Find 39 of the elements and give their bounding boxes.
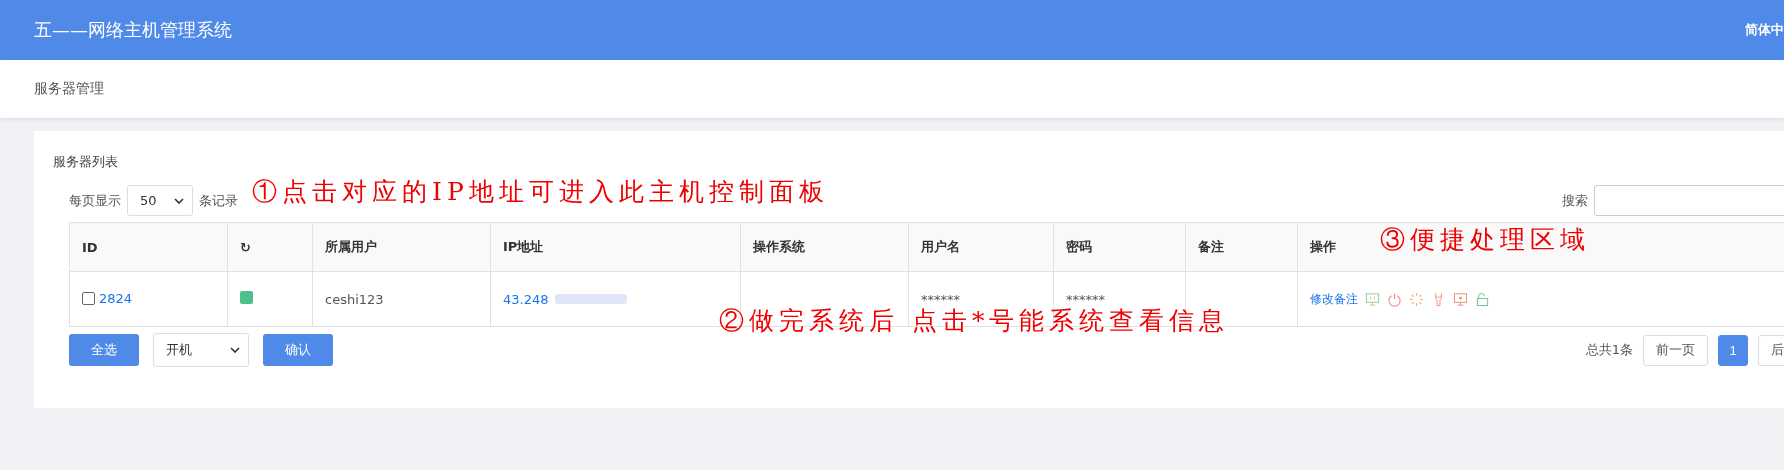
select-all-button[interactable]: 全选 — [69, 334, 139, 366]
caret-icon — [230, 347, 240, 353]
next-page-button[interactable]: 后 — [1758, 334, 1784, 366]
column-header: 操作系统 — [740, 222, 909, 272]
total-count: 总共1条 — [1585, 341, 1633, 359]
annotation-text: ②做完系统后 点击*号能系统查看信息 — [719, 305, 1230, 337]
search-label: 搜索 — [1562, 191, 1588, 210]
column-header: 用户名 — [908, 222, 1054, 272]
id-link[interactable]: 2824 — [99, 290, 133, 306]
page-button[interactable]: 1 — [1718, 334, 1748, 366]
page-size-suffix: 条记录 — [199, 191, 238, 210]
annotation-text: ①点击对应的IP地址可进入此主机控制面板 — [252, 176, 829, 208]
column-header: IP地址 — [490, 222, 741, 272]
spinner-icon[interactable] — [1409, 291, 1424, 307]
column-header: ID — [69, 222, 228, 272]
confirm-button[interactable]: 确认 — [263, 334, 333, 366]
column-header: 所属用户 — [312, 222, 491, 272]
column-header: ↻ — [227, 222, 313, 272]
annotation-text: ③便捷处理区域 — [1380, 224, 1590, 256]
power-icon[interactable] — [1387, 291, 1402, 307]
column-header: 备注 — [1185, 222, 1298, 272]
breadcrumb: 服务器管理 — [34, 80, 104, 98]
monitor-gear-icon[interactable] — [1453, 291, 1468, 307]
page-size-label: 每页显示 — [69, 191, 121, 210]
app-title: 五——网络主机管理系统 — [34, 18, 232, 42]
prev-page-button[interactable]: 前一页 — [1643, 334, 1708, 366]
page-size-select[interactable]: 50 — [127, 185, 193, 216]
unlock-icon[interactable] — [1475, 291, 1490, 307]
search-field[interactable] — [1594, 185, 1784, 216]
monitor-icon[interactable] — [1365, 291, 1380, 307]
table-cell: ceshi123 — [312, 271, 491, 327]
ip-link[interactable]: 43.248 — [503, 291, 549, 307]
action-select[interactable]: 开机 — [153, 333, 249, 367]
column-header: 密码 — [1053, 222, 1186, 272]
edit-note-link[interactable]: 修改备注 — [1310, 290, 1358, 308]
caret-icon — [174, 197, 184, 204]
language-link[interactable]: 简体中 — [1745, 21, 1784, 39]
row-checkbox[interactable] — [82, 291, 95, 305]
panel-title: 服务器列表 — [53, 153, 119, 171]
